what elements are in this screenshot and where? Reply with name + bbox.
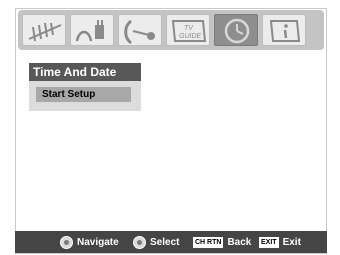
- menu-tab-bar: TV GUIDE: [18, 10, 324, 50]
- tv-guide-text-tv: TV: [184, 25, 194, 32]
- select-label: Select: [150, 236, 180, 248]
- exit-hint: EXIT Exit: [259, 231, 301, 253]
- tab-info[interactable]: [262, 14, 306, 46]
- menu-title: Time And Date: [29, 63, 141, 81]
- info-icon: [269, 20, 301, 42]
- navigate-label: Navigate: [77, 236, 119, 248]
- navigate-hint: Navigate: [60, 231, 119, 253]
- tab-clock[interactable]: [214, 14, 258, 46]
- tab-tv-guide[interactable]: TV GUIDE: [166, 14, 210, 46]
- navigate-dpad-icon: [60, 235, 73, 249]
- ch-rtn-key-icon: CH RTN: [193, 236, 224, 248]
- footer-help-bar: Navigate Select CH RTN Back EXIT Exit: [15, 231, 327, 253]
- antenna-icon: [28, 22, 62, 42]
- start-setup-menu-item[interactable]: Start Setup: [36, 87, 131, 102]
- tab-satellite[interactable]: [118, 14, 162, 46]
- clock-icon: [224, 18, 250, 44]
- back-hint: CH RTN Back: [193, 231, 251, 253]
- back-label: Back: [227, 236, 252, 248]
- select-hint: Select: [133, 231, 179, 253]
- exit-label: Exit: [282, 236, 301, 248]
- select-button-icon: [133, 235, 146, 249]
- satellite-dish-icon: [124, 19, 155, 45]
- menu-panel: Start Setup: [29, 81, 141, 111]
- tv-guide-icon: TV GUIDE: [171, 20, 207, 42]
- exit-key-icon: EXIT: [259, 236, 279, 248]
- tab-antenna[interactable]: [22, 14, 66, 46]
- tab-plug[interactable]: [70, 14, 114, 46]
- tv-guide-text-guide: GUIDE: [179, 33, 202, 40]
- plug-icon: [75, 20, 104, 42]
